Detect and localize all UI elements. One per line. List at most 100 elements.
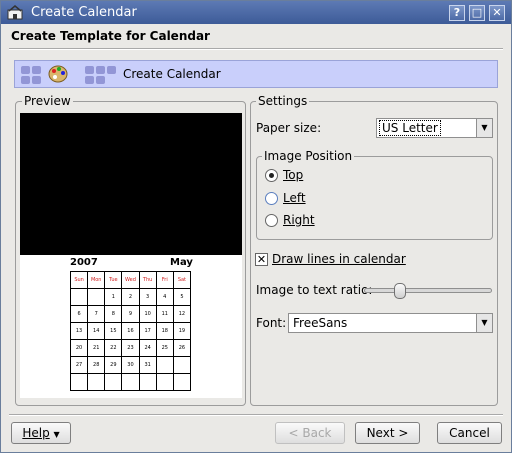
day-cell: 19 <box>172 322 192 341</box>
radio-right-label[interactable]: Right <box>283 213 315 227</box>
day-header: Fri <box>155 270 174 290</box>
create-calendar-window: Create Calendar ? □ ✕ Create Template fo… <box>0 0 512 453</box>
day-cell: 3 <box>138 288 157 307</box>
calendar-week: 20 21 22 23 24 25 26 <box>69 339 192 358</box>
day-cell: 2 <box>121 288 140 307</box>
radio-left-label[interactable]: Left <box>283 191 306 205</box>
ratio-label: Image to text ratio: <box>256 283 373 297</box>
day-cell: 26 <box>172 339 192 358</box>
preview-image <box>20 113 242 255</box>
paper-size-label: Paper size: <box>256 121 322 135</box>
calendar-week: 12345 <box>69 288 192 307</box>
chevron-down-icon[interactable]: ▼ <box>476 119 492 137</box>
day-header: Tue <box>104 270 123 290</box>
footer-divider <box>9 414 503 416</box>
header-divider <box>9 48 503 50</box>
calendar-week: 27 28 29 30 31 <box>69 356 192 375</box>
calendar-week: 6 7 8 9 10 11 12 <box>69 305 192 324</box>
draw-lines-label[interactable]: Draw lines in calendar <box>272 252 406 266</box>
day-cell: 25 <box>155 339 174 358</box>
day-header: Thu <box>138 270 157 290</box>
close-button[interactable]: ✕ <box>489 5 505 21</box>
cancel-button[interactable]: Cancel <box>437 422 502 444</box>
help-title-button[interactable]: ? <box>449 5 465 21</box>
day-header: Sun <box>69 270 89 290</box>
day-cell: 14 <box>87 322 106 341</box>
day-cell: 5 <box>172 288 192 307</box>
radio-right[interactable] <box>265 214 278 227</box>
day-cell: 10 <box>138 305 157 324</box>
day-cell: 15 <box>104 322 123 341</box>
preview-year: 2007 <box>70 257 98 268</box>
day-cell: 12 <box>172 305 192 324</box>
paper-size-value: US Letter <box>379 120 441 136</box>
palette-icon <box>48 65 68 83</box>
paper-size-select[interactable]: US Letter ▼ <box>376 118 493 138</box>
day-cell: 4 <box>155 288 174 307</box>
back-button[interactable]: < Back <box>275 422 345 444</box>
day-cell: 7 <box>87 305 106 324</box>
day-cell: 28 <box>87 356 106 375</box>
chevron-down-icon: ▼ <box>53 430 60 439</box>
help-button-label: Help <box>22 426 50 440</box>
day-cell <box>155 356 174 375</box>
day-cell <box>69 288 89 307</box>
app-icon <box>7 5 23 20</box>
day-cell: 30 <box>121 356 140 375</box>
title-bar[interactable]: Create Calendar ? □ ✕ <box>1 1 511 24</box>
preview-group-title: Preview <box>22 94 73 108</box>
radio-top-label[interactable]: Top <box>283 168 303 182</box>
calendar-week <box>69 373 192 391</box>
font-select[interactable]: FreeSans ▼ <box>288 313 493 333</box>
window-title: Create Calendar <box>31 5 137 20</box>
day-cell <box>87 373 106 391</box>
day-cell: 23 <box>121 339 140 358</box>
day-cell: 8 <box>104 305 123 324</box>
day-cell: 24 <box>138 339 157 358</box>
preview-month: May <box>170 257 193 268</box>
day-cell: 16 <box>121 322 140 341</box>
ratio-slider-handle[interactable] <box>394 283 406 299</box>
day-cell: 27 <box>69 356 89 375</box>
day-cell: 22 <box>104 339 123 358</box>
day-cell <box>121 373 140 391</box>
day-header: Wed <box>121 270 140 290</box>
day-cell: 9 <box>121 305 140 324</box>
day-cell: 18 <box>155 322 174 341</box>
day-cell <box>172 356 192 375</box>
draw-lines-checkbox[interactable]: ✕ <box>255 253 268 266</box>
calendar-week: 13 14 15 16 17 18 19 <box>69 322 192 341</box>
day-cell <box>155 373 174 391</box>
radio-top[interactable] <box>265 169 278 182</box>
day-header: Mon <box>87 270 106 290</box>
page-title: Create Template for Calendar <box>11 29 210 43</box>
maximize-button[interactable]: □ <box>469 5 485 21</box>
day-cell <box>172 373 192 391</box>
day-cell <box>138 373 157 391</box>
day-cell: 6 <box>69 305 89 324</box>
next-button[interactable]: Next > <box>355 422 420 444</box>
image-position-title: Image Position <box>262 149 355 163</box>
ratio-slider[interactable] <box>364 283 492 299</box>
day-cell <box>69 373 89 391</box>
font-value: FreeSans <box>293 316 348 330</box>
day-cell: 31 <box>138 356 157 375</box>
day-cell: 11 <box>155 305 174 324</box>
chevron-down-icon[interactable]: ▼ <box>476 314 492 332</box>
settings-group-title: Settings <box>256 94 310 108</box>
step-banner: Create Calendar <box>14 60 498 88</box>
help-button[interactable]: Help ▼ <box>11 422 71 444</box>
day-cell <box>104 373 123 391</box>
font-label: Font: <box>256 316 287 330</box>
calendar-preview-page: 2007 May Sun Mon Tue Wed Thu Fri Sat 123… <box>20 113 242 398</box>
day-cell: 17 <box>138 322 157 341</box>
day-cell: 1 <box>104 288 123 307</box>
day-cell: 29 <box>104 356 123 375</box>
day-cell <box>87 288 106 307</box>
day-cell: 20 <box>69 339 89 358</box>
day-cell: 21 <box>87 339 106 358</box>
banner-label: Create Calendar <box>123 67 221 81</box>
radio-left[interactable] <box>265 192 278 205</box>
day-cell: 13 <box>69 322 89 341</box>
day-header: Sat <box>172 270 192 290</box>
